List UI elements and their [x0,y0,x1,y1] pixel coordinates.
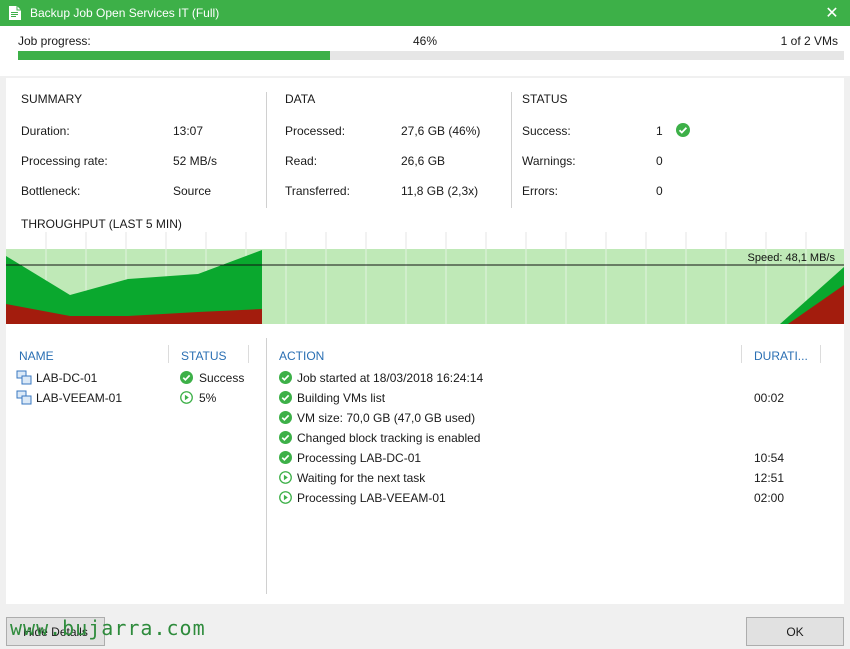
title-bar: Backup Job Open Services IT (Full) ✕ [0,0,850,26]
processed-value: 27,6 GB (46%) [401,124,481,138]
vm-icon [16,390,32,405]
processed-label: Processed: [285,124,346,138]
summary-title: SUMMARY [21,92,83,106]
throughput-title: THROUGHPUT (LAST 5 MIN) [21,217,182,231]
action-text: VM size: 70,0 GB (47,0 GB used) [297,411,476,425]
vm-status-column-header[interactable]: STATUS [181,349,227,363]
watermark: www.bujarra.com [10,616,206,640]
vm-status: Success [199,371,245,385]
success-check-icon [180,371,193,384]
bottleneck-value: Source [173,184,212,198]
close-icon: ✕ [825,5,839,22]
vm-icon [16,370,32,385]
success-check-icon [279,371,292,384]
warnings-value: 0 [656,154,663,168]
throughput-chart: Speed: 48,1 MB/s [6,232,844,324]
speed-label: Speed: 48,1 MB/s [748,252,836,264]
read-label: Read: [285,154,318,168]
vm-name: LAB-VEEAM-01 [36,391,123,405]
window-title: Backup Job Open Services IT (Full) [30,6,220,20]
action-column-header[interactable]: ACTION [279,349,324,363]
success-value: 1 [656,124,663,138]
errors-label: Errors: [522,184,558,198]
action-text: Processing LAB-DC-01 [297,451,422,465]
close-button[interactable]: ✕ [814,0,850,26]
throughput-chart-svg: Speed: 48,1 MB/s [6,232,844,324]
job-progress-percent: 46% [413,34,438,48]
warnings-label: Warnings: [522,154,576,168]
read-value: 26,6 GB [401,154,446,168]
success-check-icon [676,123,690,137]
running-play-icon [279,471,292,484]
errors-value: 0 [656,184,663,198]
bottleneck-label: Bottleneck: [21,184,81,198]
success-check-icon [279,451,292,464]
success-check-icon [279,391,292,404]
action-column-divider[interactable] [741,345,742,363]
transferred-label: Transferred: [285,184,350,198]
status-title: STATUS [522,92,568,106]
processing-rate-value: 52 MB/s [173,154,218,168]
duration-column-header[interactable]: DURATI... [754,349,808,363]
action-duration: 12:51 [754,471,785,485]
success-label: Success: [522,124,571,138]
duration-value: 13:07 [173,124,204,138]
document-icon [9,6,21,20]
summary-divider [266,92,267,208]
duration-label: Duration: [21,124,70,138]
duration-column-divider[interactable] [820,345,821,363]
vm-status: 5% [199,391,217,405]
action-text: Job started at 18/03/2018 16:24:14 [297,371,484,385]
ok-button[interactable]: OK [746,617,844,646]
job-progress-bar-fill [18,51,331,60]
job-progress-panel: Job progress: 46% 1 of 2 VMs [0,26,850,76]
job-progress-vm-count: 1 of 2 VMs [780,34,838,48]
data-title: DATA [285,92,316,106]
running-play-icon [279,491,292,504]
vm-column-divider[interactable] [168,345,169,363]
success-check-icon [279,411,292,424]
transferred-value: 11,8 GB (2,3x) [401,184,479,198]
job-progress-label: Job progress: [18,34,91,48]
action-duration: 02:00 [754,491,785,505]
data-divider [511,92,512,208]
job-progress-bar [18,51,844,60]
action-text: Building VMs list [297,391,386,405]
action-text: Waiting for the next task [297,471,426,485]
processing-rate-label: Processing rate: [21,154,108,168]
vm-name-column-header[interactable]: NAME [19,349,54,363]
vm-action-divider [266,338,267,594]
action-duration: 10:54 [754,451,785,465]
vm-name: LAB-DC-01 [36,371,98,385]
success-check-icon [279,431,292,444]
running-play-icon [180,391,193,404]
action-duration: 00:02 [754,391,785,405]
action-text: Processing LAB-VEEAM-01 [297,491,446,505]
vm-column-divider-end[interactable] [248,345,249,363]
action-text: Changed block tracking is enabled [297,431,481,445]
